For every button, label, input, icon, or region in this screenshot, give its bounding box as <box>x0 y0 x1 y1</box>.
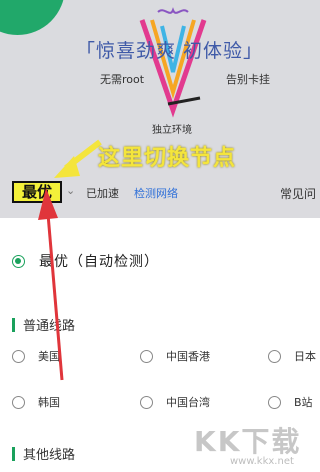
radio-icon[interactable] <box>12 395 25 409</box>
node-option-label: 日本 <box>294 350 316 363</box>
banner-headline: 「惊喜劲爽 初体验」 <box>76 40 264 62</box>
annotation-arrow-icon <box>54 139 102 178</box>
section-marker <box>12 446 15 461</box>
node-option-kr[interactable]: 韩国 <box>12 394 60 410</box>
radio-icon[interactable] <box>268 349 281 363</box>
node-option-jp[interactable]: 日本 <box>268 348 316 364</box>
best-node-option[interactable]: 最优（自动检测） <box>12 251 159 271</box>
radio-icon[interactable] <box>140 395 153 409</box>
node-option-label: 中国香港 <box>166 350 210 363</box>
annotation-text: 这里切换节点 <box>98 146 237 171</box>
faq-link[interactable]: 常见问 <box>280 185 316 202</box>
radio-icon[interactable] <box>12 349 25 363</box>
radio-icon[interactable] <box>140 349 153 363</box>
radio-checked-icon[interactable] <box>12 254 25 268</box>
banner-sub-right: 告别卡挂 <box>226 73 270 86</box>
section-other-title: 其他线路 <box>23 448 76 463</box>
section-other: 其他线路 <box>12 444 75 463</box>
node-option-label: B站 <box>294 396 313 409</box>
radio-icon[interactable] <box>268 395 281 409</box>
node-option-hk[interactable]: 中国香港 <box>140 348 210 364</box>
section-marker <box>12 317 15 332</box>
node-option-tw[interactable]: 中国台湾 <box>140 394 210 410</box>
node-option-label: 韩国 <box>38 396 60 409</box>
node-option-label: 中国台湾 <box>166 396 210 409</box>
watermark-url: www.kkx.net <box>230 456 294 467</box>
accelerated-status: 已加速 <box>86 187 119 200</box>
decorative-blob <box>0 0 65 35</box>
banner-sub-left: 无需root <box>100 73 145 86</box>
banner-env: 独立环境 <box>152 125 192 136</box>
promo-banner[interactable]: 「惊喜劲爽 初体验」 无需root 告别卡挂 独立环境 <box>0 0 320 160</box>
node-option-bilibili[interactable]: B站 <box>268 394 313 410</box>
detect-network-link[interactable]: 检测网络 <box>134 185 178 201</box>
red-arrow-icon <box>38 188 64 381</box>
watermark-logo: KK下载 <box>194 425 302 458</box>
